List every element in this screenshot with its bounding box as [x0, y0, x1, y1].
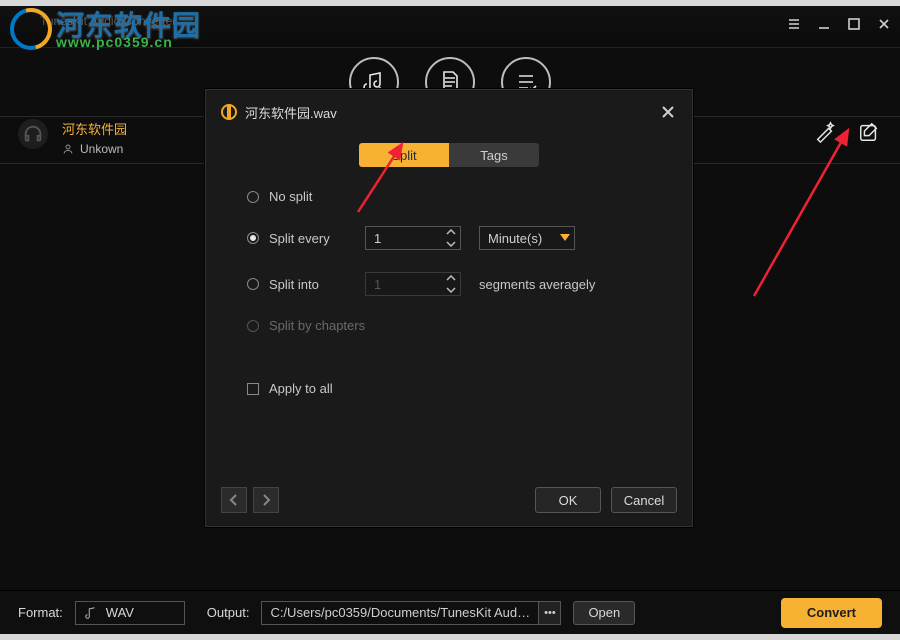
ok-button[interactable]: OK [535, 487, 601, 513]
edit-button[interactable] [856, 119, 882, 145]
split-dialog: 河东软件园.wav Split Tags No split Split ever… [204, 88, 694, 528]
split-into-value[interactable]: 1 [365, 272, 461, 296]
stepper-down-icon [442, 284, 460, 296]
minimize-button[interactable] [816, 16, 832, 32]
radio-split-every[interactable] [247, 232, 259, 244]
track-title: 河东软件园 [62, 119, 127, 138]
tab-tags[interactable]: Tags [449, 143, 539, 167]
effects-button[interactable] [812, 119, 838, 145]
dialog-close-button[interactable] [659, 103, 677, 121]
menu-icon[interactable] [786, 16, 802, 32]
next-button[interactable] [253, 487, 279, 513]
headphones-icon [18, 119, 48, 149]
option-split-every[interactable]: Split every 1 Minute(s) [247, 226, 651, 250]
label-split-every: Split every [269, 231, 330, 246]
output-path-box: C:/Users/pc0359/Documents/TunesKit Audio… [261, 601, 561, 625]
option-split-chapters[interactable]: Split by chapters [247, 318, 651, 333]
tab-split[interactable]: Split [359, 143, 449, 167]
person-icon [62, 143, 74, 155]
label-segments: segments averagely [479, 277, 595, 292]
titlebar: TunesKit Audio Converter 河东软件园 www.pc035… [0, 6, 900, 48]
format-value: WAV [106, 605, 134, 620]
chevron-down-icon [556, 234, 574, 242]
label-split-chapters: Split by chapters [269, 318, 365, 333]
label-no-split: No split [269, 189, 312, 204]
output-label: Output: [207, 605, 250, 620]
track-artist-name: Unkown [80, 142, 123, 156]
stepper-up-icon [442, 226, 460, 238]
watermark-logo [8, 6, 54, 52]
maximize-button[interactable] [846, 16, 862, 32]
radio-no-split[interactable] [247, 191, 259, 203]
window-bottom-border [0, 634, 900, 640]
label-split-into: Split into [269, 277, 319, 292]
split-every-value[interactable]: 1 [365, 226, 461, 250]
dialog-tabs: Split Tags [359, 143, 539, 167]
split-every-unit[interactable]: Minute(s) [479, 226, 575, 250]
option-apply-all[interactable]: Apply to all [247, 381, 651, 396]
option-split-into[interactable]: Split into 1 segments averagely [247, 272, 651, 296]
option-no-split[interactable]: No split [247, 189, 651, 204]
track-artist: Unkown [62, 142, 127, 156]
checkbox-apply-all[interactable] [247, 383, 259, 395]
radio-split-into[interactable] [247, 278, 259, 290]
radio-split-chapters[interactable] [247, 320, 259, 332]
note-icon [84, 606, 98, 620]
footer-bar: Format: WAV Output: C:/Users/pc0359/Docu… [0, 590, 900, 634]
label-apply-all: Apply to all [269, 381, 333, 396]
app-icon [221, 104, 237, 120]
watermark-url: www.pc0359.cn [56, 34, 173, 50]
output-path: C:/Users/pc0359/Documents/TunesKit Audio… [262, 605, 538, 620]
format-label: Format: [18, 605, 63, 620]
format-select[interactable]: WAV [75, 601, 185, 625]
prev-button[interactable] [221, 487, 247, 513]
convert-button[interactable]: Convert [781, 598, 882, 628]
open-button[interactable]: Open [573, 601, 635, 625]
stepper-up-icon [442, 272, 460, 284]
window-controls [786, 16, 892, 32]
close-button[interactable] [876, 16, 892, 32]
stepper-down-icon [442, 238, 460, 250]
browse-button[interactable]: ••• [538, 602, 560, 624]
cancel-button[interactable]: Cancel [611, 487, 677, 513]
dialog-title: 河东软件园.wav [245, 103, 337, 122]
